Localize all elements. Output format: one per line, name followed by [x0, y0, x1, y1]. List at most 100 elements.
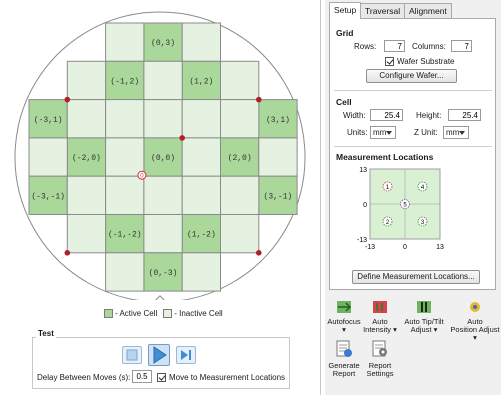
columns-label: Columns:	[412, 42, 446, 51]
autofocus-icon	[337, 301, 352, 313]
chevron-down-icon: ▾	[431, 325, 438, 334]
inactive-cell[interactable]	[105, 99, 145, 139]
cell-label: (-1,2)	[110, 77, 139, 86]
active-cell[interactable]: (0,0)	[143, 137, 183, 177]
autofocus-button[interactable]: Autofocus ▾	[324, 300, 364, 334]
units-label: Units:	[347, 128, 368, 137]
cell-label: (-1,-2)	[108, 231, 142, 240]
setup-tab-content: Grid Rows: Columns: Wafer Substrate Conf…	[329, 18, 496, 290]
inactive-cell[interactable]	[66, 60, 107, 101]
inactive-cell[interactable]	[258, 137, 298, 177]
measurement-point[interactable]: 2	[382, 216, 393, 227]
inactive-cell[interactable]	[143, 214, 183, 254]
active-cell[interactable]: (1,-2)	[181, 214, 221, 254]
divider	[334, 146, 492, 147]
cell-label: (3,1)	[266, 116, 290, 125]
inactive-cell[interactable]	[181, 252, 221, 292]
width-input[interactable]	[370, 109, 403, 121]
wafer-substrate-label: Wafer Substrate	[397, 57, 455, 66]
height-label: Height:	[416, 111, 442, 120]
z-unit-dropdown[interactable]: mm	[443, 126, 469, 139]
legend-active: - Active Cell	[104, 308, 157, 318]
auto-position-icon	[470, 302, 480, 312]
legend-inactive: - Inactive Cell	[163, 308, 223, 318]
reference-marker	[64, 96, 71, 103]
report-settings-icon	[372, 340, 387, 357]
cell-label: (-3,1)	[34, 116, 63, 125]
cell-label: (1,2)	[189, 77, 213, 86]
delay-input[interactable]	[132, 370, 152, 383]
tab-traversal[interactable]: Traversal	[360, 3, 406, 18]
y-tick-label: 0	[363, 202, 367, 209]
inactive-cell[interactable]	[181, 99, 221, 139]
inactive-cell[interactable]	[105, 252, 145, 292]
generate-report-button[interactable]: Generate Report	[324, 340, 364, 378]
active-cell[interactable]: (3,-1)	[258, 175, 298, 215]
cell-label: (0,-3)	[149, 269, 178, 278]
chevron-down-icon: ▾	[391, 325, 397, 334]
height-input[interactable]	[448, 109, 481, 121]
inactive-cell[interactable]	[181, 175, 221, 215]
active-cell[interactable]: (-1,-2)	[105, 214, 145, 254]
inactive-cell[interactable]	[220, 214, 260, 254]
legend: - Active Cell - Inactive Cell	[104, 307, 223, 319]
y-tick-label: -13	[357, 237, 367, 244]
auto-intensity-button[interactable]: Auto Intensity ▾	[360, 300, 400, 334]
measurement-locations-plot[interactable]: 13 0 -13-13 0 13 1 452 3	[348, 165, 476, 255]
reference-marker	[64, 250, 71, 256]
inactive-cell[interactable]	[143, 99, 183, 139]
inactive-cell[interactable]	[220, 99, 260, 139]
x-tick-label: -13	[365, 244, 375, 251]
columns-input[interactable]	[451, 40, 472, 52]
define-measurement-locations-button[interactable]: Define Measurement Locations...	[352, 270, 480, 284]
measurement-point[interactable]: 1	[382, 181, 393, 192]
move-to-locations-checkbox[interactable]	[157, 373, 166, 382]
settings-panel: Setup Traversal Alignment Grid Rows: Col…	[325, 0, 501, 395]
delay-label: Delay Between Moves (s):	[37, 373, 131, 382]
active-cell[interactable]: (0,-3)	[143, 252, 183, 292]
inactive-cell[interactable]	[66, 175, 107, 215]
inactive-cell[interactable]	[28, 137, 68, 177]
active-cell[interactable]: (2,0)	[220, 137, 260, 177]
active-cell[interactable]: (-2,0)	[66, 137, 107, 177]
active-cell[interactable]: (0,3)	[143, 22, 183, 62]
configure-wafer-button[interactable]: Configure Wafer...	[366, 69, 457, 83]
inactive-cell[interactable]	[105, 175, 145, 215]
rows-input[interactable]	[384, 40, 405, 52]
play-button[interactable]	[148, 344, 170, 366]
inactive-cell[interactable]	[143, 60, 183, 101]
active-cell[interactable]: (-3,1)	[28, 99, 68, 139]
reference-marker	[255, 250, 262, 256]
test-title: Test	[36, 329, 56, 338]
active-cell[interactable]: (3,1)	[258, 99, 298, 139]
inactive-cell[interactable]	[143, 175, 183, 215]
active-cell[interactable]: (-3,-1)	[28, 175, 68, 215]
inactive-cell[interactable]	[220, 175, 260, 215]
wafer-substrate-checkbox[interactable]	[385, 57, 394, 66]
cell-label: (-2,0)	[72, 154, 101, 163]
inactive-cell[interactable]	[105, 137, 145, 177]
inactive-cell[interactable]	[66, 99, 107, 139]
measurement-section-title: Measurement Locations	[336, 152, 434, 162]
step-forward-button[interactable]	[176, 346, 196, 364]
units-dropdown[interactable]: mm	[370, 126, 396, 139]
tab-setup[interactable]: Setup	[329, 2, 362, 19]
measurement-point[interactable]: 4	[417, 181, 428, 192]
tab-alignment[interactable]: Alignment	[404, 3, 452, 18]
inactive-cell[interactable]	[220, 60, 260, 101]
inactive-cell[interactable]	[105, 22, 145, 62]
active-cell[interactable]: (1,2)	[181, 60, 221, 101]
z-unit-value: mm	[446, 128, 460, 137]
measurement-point[interactable]: 3	[417, 216, 428, 227]
grid-section-title: Grid	[336, 28, 354, 38]
inactive-cell[interactable]	[181, 137, 221, 177]
inactive-cell[interactable]	[181, 22, 221, 62]
report-settings-button[interactable]: Report Settings	[360, 340, 400, 378]
active-cell[interactable]: (-1,2)	[105, 60, 145, 101]
inactive-cell[interactable]	[66, 214, 107, 254]
cell-label: (0,0)	[151, 154, 175, 163]
stop-button[interactable]	[122, 346, 142, 364]
measurement-point[interactable]: 5	[400, 199, 410, 209]
auto-tip-tilt-button[interactable]: Auto Tip/Tilt Adjust ▾	[400, 300, 448, 334]
auto-position-adjust-button[interactable]: Auto Position Adjust ▾	[448, 300, 501, 342]
